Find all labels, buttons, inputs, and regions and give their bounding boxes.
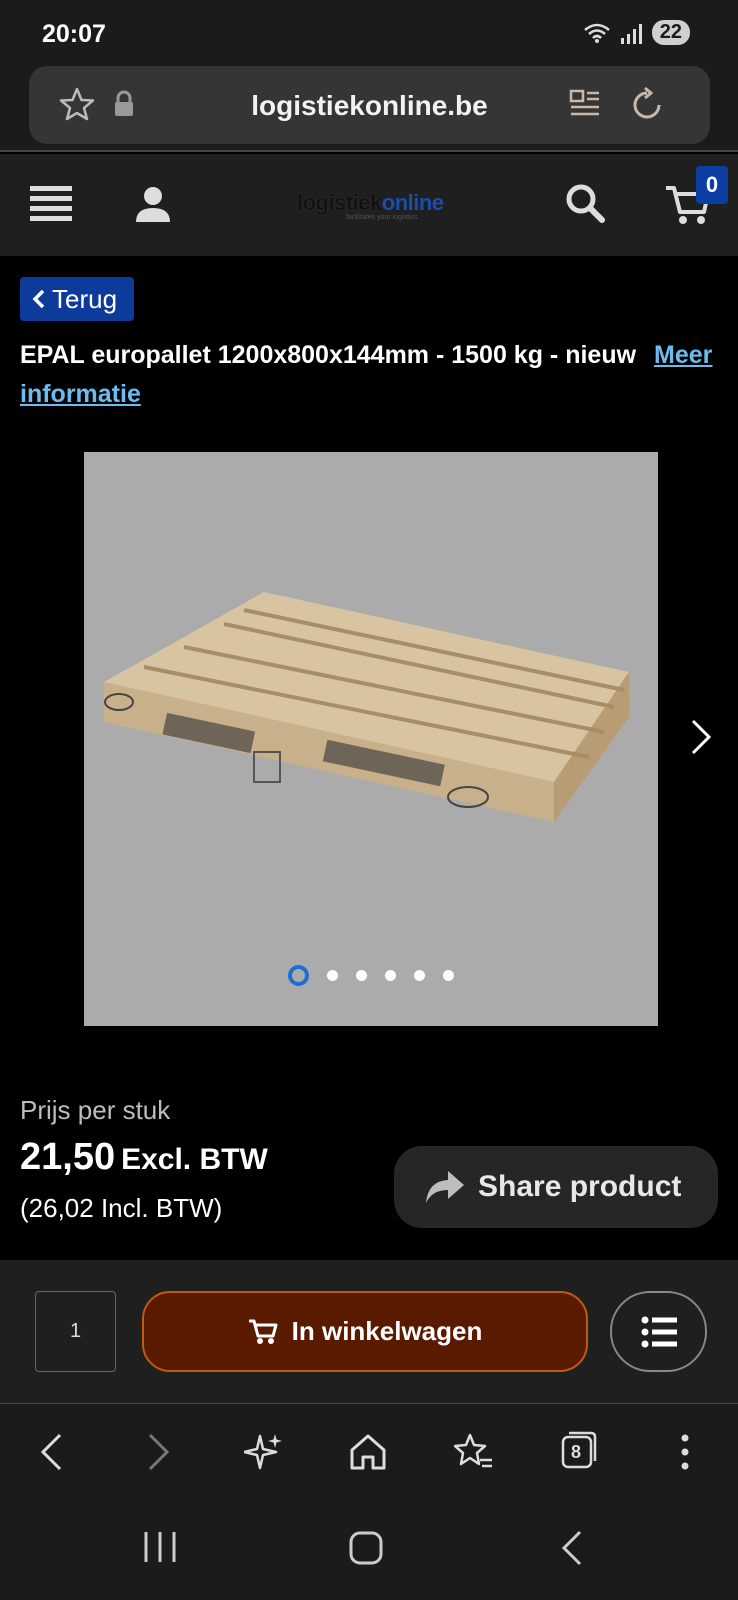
back-icon[interactable]: [38, 1432, 64, 1472]
home-icon[interactable]: [348, 1432, 388, 1472]
system-nav-bar: [0, 1500, 738, 1600]
recent-apps-icon[interactable]: [142, 1530, 178, 1564]
share-arrow-icon: [426, 1171, 464, 1203]
battery-indicator: 22: [651, 20, 690, 45]
back-button-label: Terug: [52, 283, 118, 314]
add-to-cart-label: In winkelwagen: [291, 1316, 483, 1346]
price: 21,50 Excl. BTW: [20, 1136, 268, 1179]
back-button[interactable]: Terug: [20, 277, 134, 321]
more-options-icon[interactable]: [680, 1432, 690, 1472]
product-image-gallery[interactable]: [84, 452, 658, 1026]
reader-mode-icon[interactable]: [567, 85, 603, 125]
purchase-bar: 1 In winkelwagen: [0, 1260, 738, 1404]
forward-icon[interactable]: [146, 1432, 172, 1472]
gallery-pagination: [84, 965, 658, 986]
status-time: 20:07: [42, 20, 106, 48]
browser-bottom-nav: 8: [0, 1404, 738, 1500]
url-text[interactable]: logistiekonline.be: [29, 90, 710, 122]
status-icons: 22: [583, 20, 690, 45]
address-bar[interactable]: logistiekonline.be: [29, 66, 710, 144]
price-incl-vat: (26,02 Incl. BTW): [20, 1193, 223, 1223]
tab-count: 8: [571, 1442, 582, 1462]
quantity-field[interactable]: 1: [35, 1291, 116, 1372]
site-header: logistiekonline facilitates your logisti…: [0, 154, 738, 256]
site-logo[interactable]: logistiekonline: [297, 190, 444, 216]
product-title: EPAL europallet 1200x800x144mm - 1500 kg…: [20, 336, 720, 414]
search-icon[interactable]: [564, 182, 606, 224]
price-value: 21,50: [20, 1136, 116, 1178]
ai-sparkle-icon[interactable]: [244, 1432, 284, 1472]
price-excl-label: Excl. BTW: [121, 1143, 268, 1176]
signal-icon: [620, 22, 642, 44]
gallery-dot[interactable]: [327, 970, 338, 981]
browser-toolbar: logistiekonline.be: [0, 62, 738, 152]
user-icon[interactable]: [134, 184, 172, 224]
system-back-icon[interactable]: [560, 1530, 584, 1566]
add-to-cart-button[interactable]: In winkelwagen: [142, 1291, 588, 1372]
wifi-icon: [583, 23, 610, 43]
status-bar: 20:07 22: [0, 0, 738, 62]
list-menu-button[interactable]: [610, 1291, 707, 1372]
cart-icon: [248, 1319, 278, 1344]
menu-icon[interactable]: [30, 184, 72, 224]
home-button-icon[interactable]: [348, 1530, 384, 1566]
gallery-dot-active[interactable]: [288, 965, 309, 986]
chevron-left-icon: [32, 289, 45, 309]
gallery-dot[interactable]: [385, 970, 396, 981]
gallery-dot[interactable]: [443, 970, 454, 981]
reload-icon[interactable]: [627, 85, 667, 125]
product-title-text: EPAL europallet 1200x800x144mm - 1500 kg…: [20, 341, 637, 369]
cart-count-badge[interactable]: 0: [696, 166, 728, 204]
chevron-right-icon[interactable]: [690, 718, 712, 756]
tabs-button[interactable]: 8: [560, 1430, 598, 1470]
logo-tagline: facilitates your logistics: [346, 214, 418, 221]
bookmarks-icon[interactable]: [452, 1432, 494, 1472]
pallet-image: [104, 592, 629, 822]
list-icon: [641, 1316, 677, 1347]
share-product-label: Share product: [478, 1170, 682, 1203]
gallery-dot[interactable]: [356, 970, 367, 981]
gallery-dot[interactable]: [414, 970, 425, 981]
share-product-button[interactable]: Share product: [394, 1146, 718, 1228]
price-label: Prijs per stuk: [20, 1095, 171, 1125]
